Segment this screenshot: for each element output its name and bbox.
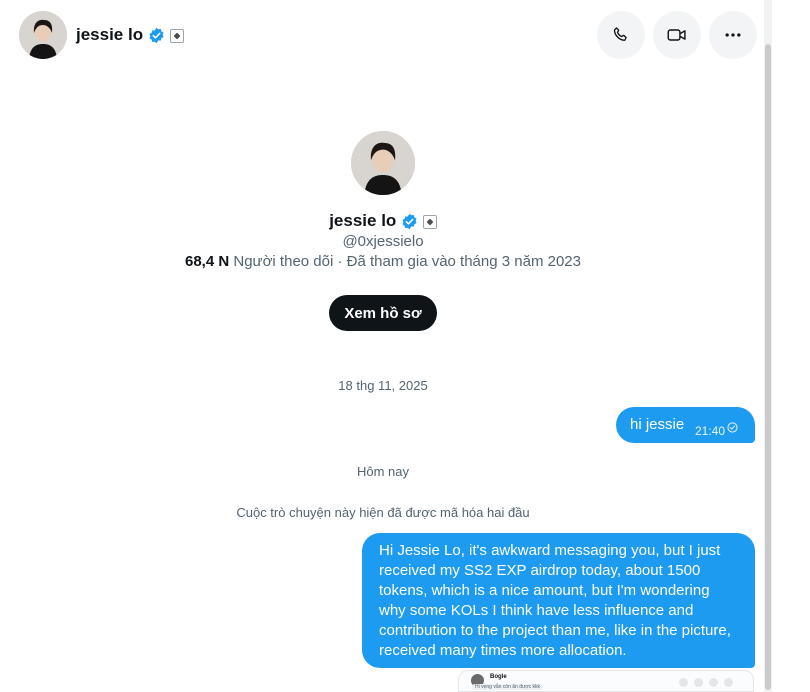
profile-name-text: jessie lo <box>329 211 397 230</box>
stats-separator: · <box>333 253 347 270</box>
more-horizontal-icon <box>725 33 741 37</box>
message-time: 21:40 <box>695 424 726 438</box>
message-text-long: Hi Jessie Lo, it's awkward messaging you… <box>379 542 731 659</box>
date-separator: 18 thg 11, 2025 <box>338 378 428 393</box>
avatar-photo-icon <box>351 131 415 195</box>
video-call-button[interactable] <box>653 11 701 59</box>
header-name-text: jessie lo <box>76 25 144 44</box>
joined-date: Đã tham gia vào tháng 3 năm 2023 <box>346 253 581 270</box>
date-separator-today: Hôm nay <box>356 464 410 479</box>
conversation-header: jessie lo <box>0 0 770 70</box>
more-options-button[interactable] <box>709 11 757 59</box>
affiliate-badge-icon <box>169 28 184 43</box>
video-camera-icon <box>667 29 686 41</box>
followers-label: Người theo dõi <box>233 253 334 270</box>
message-text: hi jessie <box>630 416 685 433</box>
sent-message-bubble[interactable]: hi jessie 21:40 <box>616 407 755 443</box>
preview-sender-name: Bogle <box>490 674 507 680</box>
verified-badge-icon <box>402 213 417 230</box>
call-button[interactable] <box>597 11 645 59</box>
avatar-photo-icon <box>19 11 67 59</box>
scrollbar-thumb[interactable] <box>765 44 771 690</box>
sent-message-bubble-long[interactable]: Hi Jessie Lo, it's awkward messaging you… <box>362 533 755 668</box>
header-title[interactable]: jessie lo <box>76 25 184 45</box>
view-profile-button[interactable]: Xem hồ sơ <box>329 295 437 331</box>
encryption-notice: Cuộc trò chuyện này hiện đã được mã hóa … <box>236 505 530 520</box>
page-margin <box>772 0 810 692</box>
profile-avatar[interactable] <box>351 131 415 195</box>
profile-handle: @0xjessielo <box>342 233 424 250</box>
preview-header-icons <box>679 674 739 687</box>
header-avatar[interactable] <box>19 11 67 59</box>
profile-stats: 68,4 N Người theo dõi · Đã tham gia vào … <box>0 253 766 270</box>
sent-check-icon <box>727 422 738 433</box>
verified-badge-icon <box>149 27 164 44</box>
image-attachment-preview[interactable]: Bogle Hi vẹng vẫn còn ăn được kkk <box>458 670 754 692</box>
preview-message-text: Hi vẹng vẫn còn ăn được kkk <box>472 684 543 690</box>
phone-icon <box>613 27 627 41</box>
affiliate-badge-icon <box>422 214 437 229</box>
followers-count: 68,4 N <box>185 253 230 270</box>
profile-name: jessie lo <box>0 211 766 231</box>
